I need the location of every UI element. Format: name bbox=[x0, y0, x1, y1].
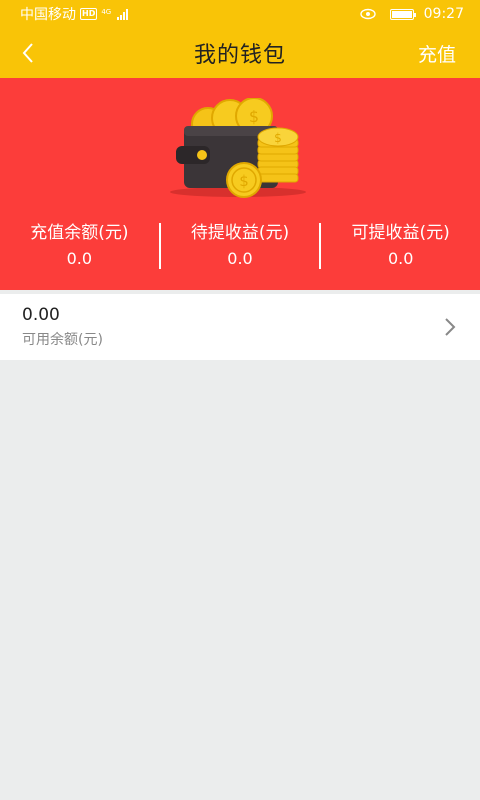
svg-text:$: $ bbox=[239, 172, 249, 190]
nav-bar: 我的钱包 充值 bbox=[0, 28, 480, 78]
stat-pending-earnings: 待提收益(元) 0.0 bbox=[161, 221, 320, 271]
page-title: 我的钱包 bbox=[193, 43, 286, 68]
chevron-left-icon bbox=[22, 43, 33, 63]
svg-text:$: $ bbox=[274, 131, 282, 145]
status-bar: 中国移动 HD 4G 09:27 bbox=[0, 0, 480, 28]
signal-icon bbox=[117, 8, 129, 20]
status-time: 09:27 bbox=[423, 6, 464, 22]
network-type: 4G bbox=[101, 8, 112, 16]
stat-withdrawable-earnings: 可提收益(元) 0.0 bbox=[321, 221, 480, 271]
hd-icon: HD bbox=[80, 8, 98, 20]
stat-label: 待提收益(元) bbox=[190, 223, 290, 243]
stat-label: 充值余额(元) bbox=[30, 223, 129, 243]
stat-value: 0.0 bbox=[227, 249, 253, 268]
wallet-stats: 充值余额(元) 0.0 待提收益(元) 0.0 可提收益(元) 0.0 bbox=[0, 221, 480, 271]
available-balance-label: 可用余额(元) bbox=[22, 332, 103, 348]
available-balance-text: 0.00 可用余额(元) bbox=[22, 303, 480, 351]
battery-icon bbox=[389, 8, 416, 20]
svg-text:$: $ bbox=[249, 107, 259, 126]
status-right: 09:27 bbox=[359, 6, 464, 22]
available-balance-row[interactable]: 0.00 可用余额(元) bbox=[0, 294, 480, 360]
back-button[interactable] bbox=[8, 28, 48, 78]
eye-icon bbox=[359, 8, 376, 20]
chevron-right-icon bbox=[440, 312, 460, 342]
wallet-illustration: $ $ $ bbox=[170, 98, 306, 198]
recharge-button[interactable]: 充值 bbox=[418, 28, 456, 78]
stat-recharge-balance: 充值余额(元) 0.0 bbox=[0, 221, 159, 271]
stat-value: 0.0 bbox=[66, 249, 93, 268]
available-balance-amount: 0.00 bbox=[22, 305, 60, 325]
stat-value: 0.0 bbox=[387, 249, 414, 268]
battery-level-fill bbox=[391, 10, 412, 18]
wallet-banner: $ $ $ 充值余额(元) 0.0 待提收益(元) 0.0 可提收益(元) 0.… bbox=[0, 78, 480, 290]
stat-label: 可提收益(元) bbox=[351, 223, 450, 243]
status-left: 中国移动 HD 4G bbox=[20, 4, 129, 24]
carrier-name: 中国移动 bbox=[20, 7, 76, 23]
